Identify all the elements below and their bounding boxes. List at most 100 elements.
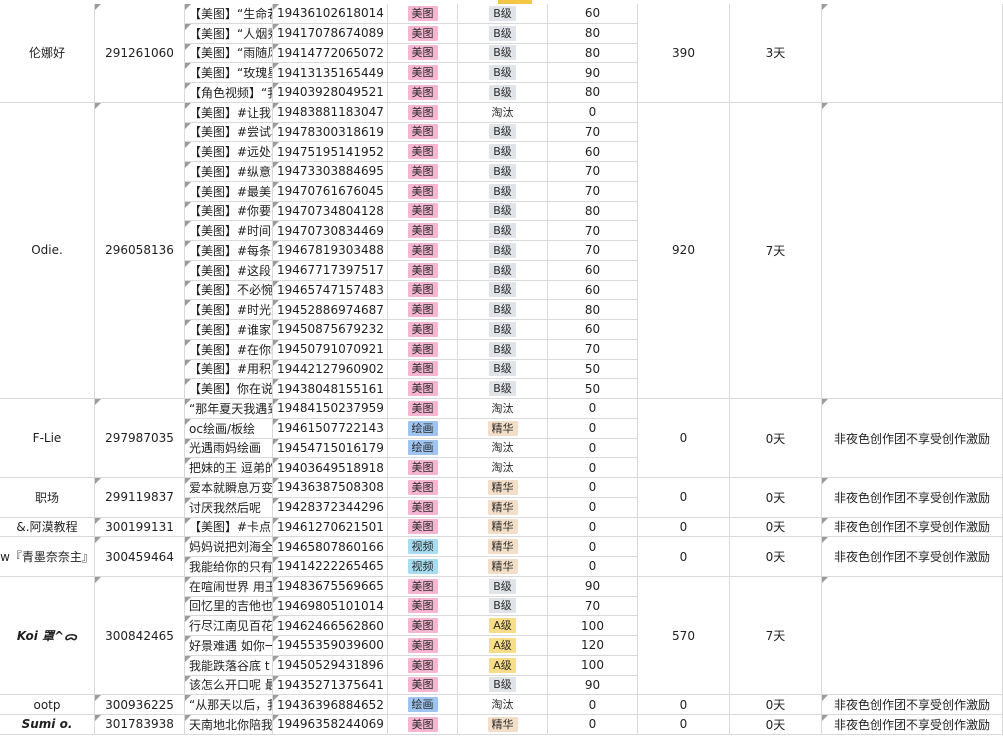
score-cell[interactable]: 120 bbox=[548, 636, 638, 656]
creator-name-cell[interactable]: Sumi o. bbox=[0, 715, 95, 735]
category-cell[interactable]: 美图 bbox=[388, 497, 458, 518]
category-cell[interactable]: 美图 bbox=[388, 596, 458, 617]
category-cell[interactable]: 美图 bbox=[388, 359, 458, 380]
grade-cell[interactable]: 淘汰 bbox=[458, 438, 548, 459]
total-cell[interactable]: 0 bbox=[638, 715, 730, 735]
post-id-cell[interactable]: 19436396884652 bbox=[273, 695, 388, 715]
days-cell[interactable]: 0天 bbox=[730, 695, 822, 715]
post-id-cell[interactable]: 19465807860166 bbox=[273, 537, 388, 557]
post-id-cell[interactable]: 19467717397517 bbox=[273, 260, 388, 281]
post-id-cell[interactable]: 19403649518918 bbox=[273, 458, 388, 478]
post-title-cell[interactable]: 讨厌我然后呢 bbox=[185, 497, 273, 518]
creator-id-cell[interactable]: 299119837 bbox=[95, 478, 185, 518]
post-title-cell[interactable]: 天南地北你陪我 bbox=[185, 715, 273, 735]
grade-cell[interactable]: B级 bbox=[458, 162, 548, 182]
grade-cell[interactable]: 淘汰 bbox=[458, 458, 548, 478]
note-cell[interactable]: 非夜色创作团不享受创作激励 bbox=[822, 695, 1003, 715]
post-id-cell[interactable]: 19414222265465 bbox=[273, 557, 388, 577]
score-cell[interactable]: 60 bbox=[548, 142, 638, 162]
grade-cell[interactable]: 精华 bbox=[458, 537, 548, 557]
grade-cell[interactable]: B级 bbox=[458, 339, 548, 360]
post-id-cell[interactable]: 19414772065072 bbox=[273, 43, 388, 64]
grade-cell[interactable]: B级 bbox=[458, 83, 548, 103]
score-cell[interactable]: 0 bbox=[548, 399, 638, 419]
score-cell[interactable]: 50 bbox=[548, 359, 638, 380]
grade-cell[interactable]: A级 bbox=[458, 636, 548, 656]
note-cell[interactable] bbox=[822, 4, 1003, 103]
score-cell[interactable]: 0 bbox=[548, 537, 638, 557]
category-cell[interactable]: 美图 bbox=[388, 181, 458, 202]
grade-cell[interactable]: B级 bbox=[458, 23, 548, 44]
post-title-cell[interactable]: 妈妈说把刘海全 bbox=[185, 537, 273, 557]
post-title-cell[interactable]: 【美图】不必惋 bbox=[185, 280, 273, 301]
score-cell[interactable]: 100 bbox=[548, 616, 638, 636]
post-title-cell[interactable]: 【美图】#远处才 bbox=[185, 142, 273, 162]
post-id-cell[interactable]: 19470761676045 bbox=[273, 181, 388, 202]
post-title-cell[interactable]: 好景难遇 如你一 bbox=[185, 636, 273, 656]
post-title-cell[interactable]: 我能给你的只有 bbox=[185, 557, 273, 577]
score-cell[interactable]: 70 bbox=[548, 162, 638, 182]
post-id-cell[interactable]: 19417078674089 bbox=[273, 23, 388, 44]
grade-cell[interactable]: 精华 bbox=[458, 517, 548, 538]
category-cell[interactable]: 美图 bbox=[388, 478, 458, 498]
post-title-cell[interactable]: oc绘画/板绘 bbox=[185, 418, 273, 439]
post-title-cell[interactable]: 【美图】“生命若 bbox=[185, 4, 273, 24]
grade-cell[interactable]: 精华 bbox=[458, 497, 548, 518]
grade-cell[interactable]: 淘汰 bbox=[458, 102, 548, 123]
post-id-cell[interactable]: 19470730834469 bbox=[273, 221, 388, 241]
post-title-cell[interactable]: 【美图】#在你眼 bbox=[185, 339, 273, 360]
category-cell[interactable]: 美图 bbox=[388, 636, 458, 656]
category-cell[interactable]: 美图 bbox=[388, 517, 458, 538]
category-cell[interactable]: 美图 bbox=[388, 300, 458, 320]
category-cell[interactable]: 美图 bbox=[388, 43, 458, 64]
post-id-cell[interactable]: 19478300318619 bbox=[273, 122, 388, 143]
creator-name-cell[interactable]: F-Lie bbox=[0, 399, 95, 478]
creator-id-cell[interactable]: 300936225 bbox=[95, 695, 185, 715]
days-cell[interactable]: 7天 bbox=[730, 102, 822, 399]
grade-cell[interactable]: A级 bbox=[458, 616, 548, 636]
post-id-cell[interactable]: 19462466562860 bbox=[273, 616, 388, 636]
total-cell[interactable]: 0 bbox=[638, 537, 730, 577]
score-cell[interactable]: 0 bbox=[548, 557, 638, 577]
grade-cell[interactable]: B级 bbox=[458, 300, 548, 320]
total-cell[interactable]: 0 bbox=[638, 695, 730, 715]
category-cell[interactable]: 美图 bbox=[388, 162, 458, 182]
creator-name-cell[interactable]: Koi 罩^ᯅ bbox=[0, 576, 95, 696]
grade-cell[interactable]: B级 bbox=[458, 4, 548, 24]
days-cell[interactable]: 0天 bbox=[730, 478, 822, 518]
grade-cell[interactable]: B级 bbox=[458, 221, 548, 241]
creator-id-cell[interactable]: 300199131 bbox=[95, 517, 185, 538]
category-cell[interactable]: 美图 bbox=[388, 83, 458, 103]
total-cell[interactable]: 920 bbox=[638, 102, 730, 399]
score-cell[interactable]: 0 bbox=[548, 715, 638, 735]
grade-cell[interactable]: 淘汰 bbox=[458, 399, 548, 419]
total-cell[interactable]: 0 bbox=[638, 399, 730, 478]
post-id-cell[interactable]: 19452886974687 bbox=[273, 300, 388, 320]
note-cell[interactable]: 非夜色创作团不享受创作激励 bbox=[822, 517, 1003, 538]
post-id-cell[interactable]: 19435271375641 bbox=[273, 675, 388, 696]
note-cell[interactable]: 非夜色创作团不享受创作激励 bbox=[822, 478, 1003, 518]
post-title-cell[interactable]: 【美图】#让我能 bbox=[185, 102, 273, 123]
post-title-cell[interactable]: 【美图】“人烟秀 bbox=[185, 23, 273, 44]
post-id-cell[interactable]: 19483881183047 bbox=[273, 102, 388, 123]
post-title-cell[interactable]: 【美图】你在说 bbox=[185, 379, 273, 399]
post-title-cell[interactable]: 把妹的王 逗弟的 bbox=[185, 458, 273, 478]
category-cell[interactable]: 美图 bbox=[388, 122, 458, 143]
score-cell[interactable]: 80 bbox=[548, 300, 638, 320]
post-id-cell[interactable]: 19442127960902 bbox=[273, 359, 388, 380]
category-cell[interactable]: 美图 bbox=[388, 63, 458, 83]
days-cell[interactable]: 0天 bbox=[730, 715, 822, 735]
grade-cell[interactable]: B级 bbox=[458, 576, 548, 597]
category-cell[interactable]: 美图 bbox=[388, 715, 458, 735]
category-cell[interactable]: 美图 bbox=[388, 280, 458, 301]
category-cell[interactable]: 美图 bbox=[388, 320, 458, 340]
grade-cell[interactable]: B级 bbox=[458, 43, 548, 64]
post-title-cell[interactable]: “从那天以后，我 bbox=[185, 695, 273, 715]
post-title-cell[interactable]: 行尽江南见百花 bbox=[185, 616, 273, 636]
category-cell[interactable]: 美图 bbox=[388, 576, 458, 597]
post-id-cell[interactable]: 19461507722143 bbox=[273, 418, 388, 439]
days-cell[interactable]: 0天 bbox=[730, 399, 822, 478]
grade-cell[interactable]: A级 bbox=[458, 655, 548, 676]
post-id-cell[interactable]: 19438048155161 bbox=[273, 379, 388, 399]
grade-cell[interactable]: B级 bbox=[458, 359, 548, 380]
